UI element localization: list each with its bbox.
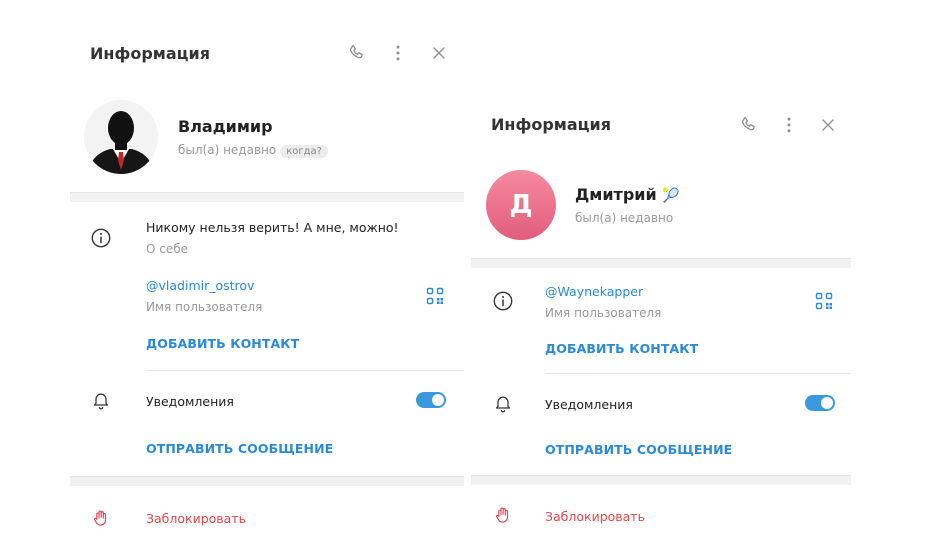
- profile-info-panel-right: Информация Д Дмитрий 🎾 был(а) недавно @W…: [471, 70, 851, 551]
- phone-icon[interactable]: [345, 41, 369, 65]
- send-message-button[interactable]: ОТПРАВИТЬ СООБЩЕНИЕ: [545, 442, 732, 457]
- last-seen-badge[interactable]: когда?: [280, 145, 328, 158]
- block-button[interactable]: Заблокировать: [545, 509, 645, 524]
- bell-icon: [492, 392, 514, 414]
- send-message-button[interactable]: ОТПРАВИТЬ СООБЩЕНИЕ: [146, 441, 333, 456]
- notifications-toggle[interactable]: [805, 395, 835, 411]
- more-vertical-icon[interactable]: [777, 113, 801, 137]
- avatar[interactable]: Д: [486, 170, 556, 240]
- username-label: Имя пользователя: [545, 306, 662, 320]
- notifications-label: Уведомления: [545, 397, 633, 412]
- close-icon[interactable]: [816, 113, 840, 137]
- block-hand-icon: [492, 504, 514, 526]
- status-text: был(а) недавно: [178, 143, 277, 157]
- phone-icon[interactable]: [737, 113, 761, 137]
- profile-status: был(а) недавно когда?: [178, 143, 328, 158]
- notifications-label: Уведомления: [146, 394, 234, 409]
- info-icon: [492, 290, 514, 312]
- profile-name: Дмитрий 🎾: [575, 185, 680, 204]
- about-label: О себе: [146, 242, 189, 256]
- toggle-knob: [821, 397, 833, 409]
- avatar-letter: Д: [509, 190, 533, 220]
- section-separator: [70, 476, 464, 486]
- bell-icon: [90, 389, 112, 411]
- username-value[interactable]: @vladimir_ostrov: [146, 278, 254, 293]
- profile-name: Владимир: [178, 117, 273, 136]
- section-separator: [471, 258, 851, 268]
- add-contact-button[interactable]: ДОБАВИТЬ КОНТАКТ: [545, 341, 698, 356]
- avatar[interactable]: [84, 100, 158, 174]
- close-icon[interactable]: [427, 41, 451, 65]
- panel-title: Информация: [491, 115, 611, 134]
- tennis-ball-emoji: 🎾: [662, 188, 680, 204]
- section-separator: [471, 475, 851, 485]
- more-vertical-icon[interactable]: [386, 41, 410, 65]
- divider: [545, 373, 851, 374]
- username-label: Имя пользователя: [146, 300, 263, 314]
- user-silhouette-icon: [84, 100, 158, 174]
- add-contact-button[interactable]: ДОБАВИТЬ КОНТАКТ: [146, 336, 299, 351]
- profile-info-panel-left: Информация Владимир был(а) недавно когда?…: [70, 0, 464, 551]
- profile-name-text: Дмитрий: [575, 185, 657, 204]
- notifications-toggle[interactable]: [416, 392, 446, 408]
- block-button[interactable]: Заблокировать: [146, 511, 246, 526]
- block-hand-icon: [90, 507, 112, 529]
- profile-status: был(а) недавно: [575, 211, 674, 225]
- about-text: Никому нельзя верить! А мне, можно!: [146, 220, 399, 235]
- section-separator: [70, 192, 464, 202]
- panel-title: Информация: [90, 44, 210, 63]
- qr-code-icon[interactable]: [424, 285, 446, 307]
- qr-code-icon[interactable]: [813, 290, 835, 312]
- username-value[interactable]: @Waynekapper: [545, 284, 643, 299]
- divider: [146, 370, 464, 371]
- info-icon: [90, 227, 112, 249]
- toggle-knob: [432, 394, 444, 406]
